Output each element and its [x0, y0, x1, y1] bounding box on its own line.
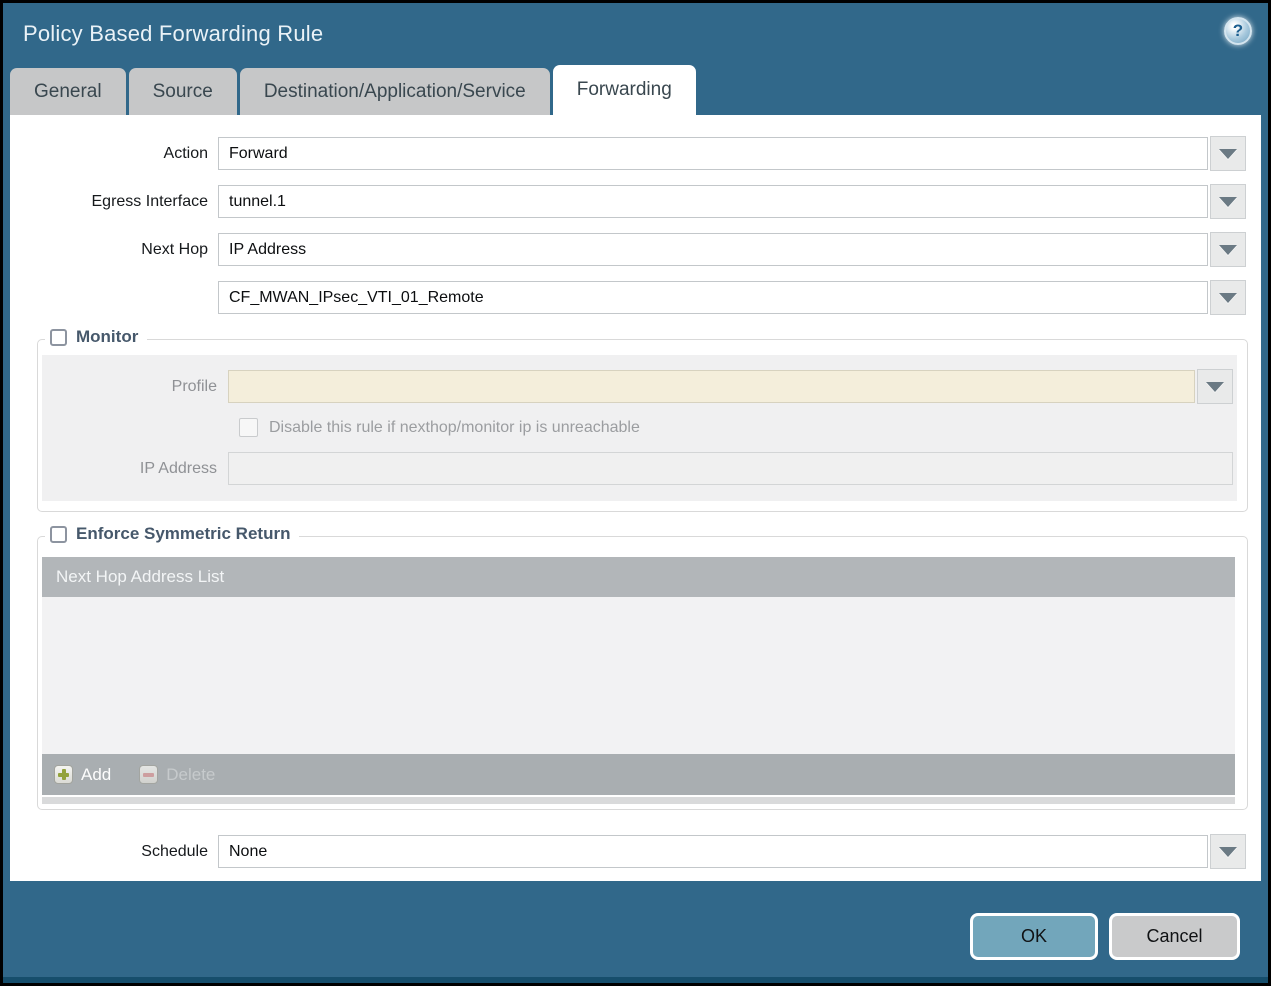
chevron-down-icon: [1219, 292, 1237, 303]
window-bottom-edge: [3, 977, 1268, 983]
monitor-legend: Monitor: [45, 327, 148, 347]
ok-button[interactable]: OK: [970, 913, 1098, 960]
schedule-row: Schedule None: [10, 834, 1246, 869]
next-hop-address-select[interactable]: CF_MWAN_IPsec_VTI_01_Remote: [218, 281, 1208, 314]
minus-icon: [139, 765, 159, 784]
monitor-ip-address-input: [228, 452, 1233, 485]
chevron-down-icon: [1219, 196, 1237, 207]
monitor-ip-address-label: IP Address: [139, 459, 217, 477]
egress-interface-label: Egress Interface: [91, 192, 209, 210]
next-hop-address-row: CF_MWAN_IPsec_VTI_01_Remote: [10, 280, 1246, 315]
next-hop-row: Next Hop IP Address: [10, 232, 1246, 267]
pbf-rule-dialog: Policy Based Forwarding Rule ? General S…: [3, 3, 1268, 983]
help-icon[interactable]: ?: [1224, 17, 1252, 45]
page-title: Policy Based Forwarding Rule: [23, 21, 324, 46]
disable-rule-label: Disable this rule if nexthop/monitor ip …: [269, 418, 640, 436]
egress-interface-dropdown-button[interactable]: [1210, 184, 1246, 219]
add-button-label: Add: [81, 764, 112, 784]
next-hop-address-dropdown-button[interactable]: [1210, 280, 1246, 315]
monitor-ip-address-row: IP Address: [42, 452, 1233, 485]
tab-forwarding[interactable]: Forwarding: [552, 65, 696, 115]
enforce-symmetric-return-checkbox[interactable]: [50, 525, 67, 543]
chevron-down-icon: [1219, 244, 1237, 255]
enforce-symmetric-return-legend-label: Enforce Symmetric Return: [76, 524, 291, 543]
action-label: Action: [163, 144, 208, 162]
next-hop-address-list-table: Next Hop Address List Add Delete: [38, 537, 1247, 809]
monitor-checkbox[interactable]: [50, 328, 67, 346]
table-resize-strip: [42, 797, 1235, 804]
dialog-footer: OK Cancel: [970, 913, 1240, 960]
egress-interface-row: Egress Interface tunnel.1: [10, 184, 1246, 219]
next-hop-type-select[interactable]: IP Address: [218, 233, 1208, 266]
schedule-label: Schedule: [141, 842, 208, 860]
next-hop-dropdown-button[interactable]: [1210, 232, 1246, 267]
delete-button-label: Delete: [166, 764, 216, 784]
monitor-section: Monitor Profile Disable this rule if nex…: [37, 327, 1248, 512]
plus-icon: [54, 765, 73, 784]
monitor-legend-label: Monitor: [76, 327, 139, 346]
tab-bar: General Source Destination/Application/S…: [3, 65, 1268, 115]
chevron-down-icon: [1206, 381, 1224, 392]
enforce-symmetric-return-section: Enforce Symmetric Return Next Hop Addres…: [37, 524, 1248, 810]
profile-dropdown-button: [1197, 369, 1233, 404]
next-hop-label: Next Hop: [141, 240, 208, 258]
action-row: Action Forward: [10, 136, 1246, 171]
chevron-down-icon: [1219, 148, 1237, 159]
schedule-select[interactable]: None: [218, 835, 1208, 868]
disable-rule-checkbox: [239, 418, 258, 437]
profile-select: [228, 370, 1195, 403]
tab-destination-application-service[interactable]: Destination/Application/Service: [239, 68, 550, 115]
action-dropdown-button[interactable]: [1210, 136, 1246, 171]
delete-button: Delete: [139, 765, 215, 785]
action-select[interactable]: Forward: [218, 137, 1208, 170]
next-hop-address-list-header: Next Hop Address List: [42, 557, 1235, 597]
egress-interface-select[interactable]: tunnel.1: [218, 185, 1208, 218]
add-button[interactable]: Add: [54, 765, 111, 785]
tab-source[interactable]: Source: [128, 68, 237, 115]
next-hop-address-list-toolbar: Add Delete: [42, 754, 1235, 795]
cancel-button[interactable]: Cancel: [1109, 913, 1240, 960]
disable-rule-row: Disable this rule if nexthop/monitor ip …: [239, 418, 1233, 437]
chevron-down-icon: [1219, 846, 1237, 857]
profile-row: Profile: [42, 369, 1233, 404]
monitor-body: Profile Disable this rule if nexthop/mon…: [42, 355, 1237, 501]
enforce-symmetric-return-legend: Enforce Symmetric Return: [45, 524, 300, 544]
profile-label: Profile: [171, 377, 217, 395]
screen: Policy Based Forwarding Rule ? General S…: [0, 0, 1271, 986]
titlebar: Policy Based Forwarding Rule ?: [3, 3, 1268, 65]
next-hop-address-list-body: [42, 597, 1235, 754]
forwarding-tab-panel: Action Forward Egress Interface tunnel.1…: [10, 115, 1261, 881]
tab-general[interactable]: General: [10, 68, 126, 115]
schedule-dropdown-button[interactable]: [1210, 834, 1246, 869]
